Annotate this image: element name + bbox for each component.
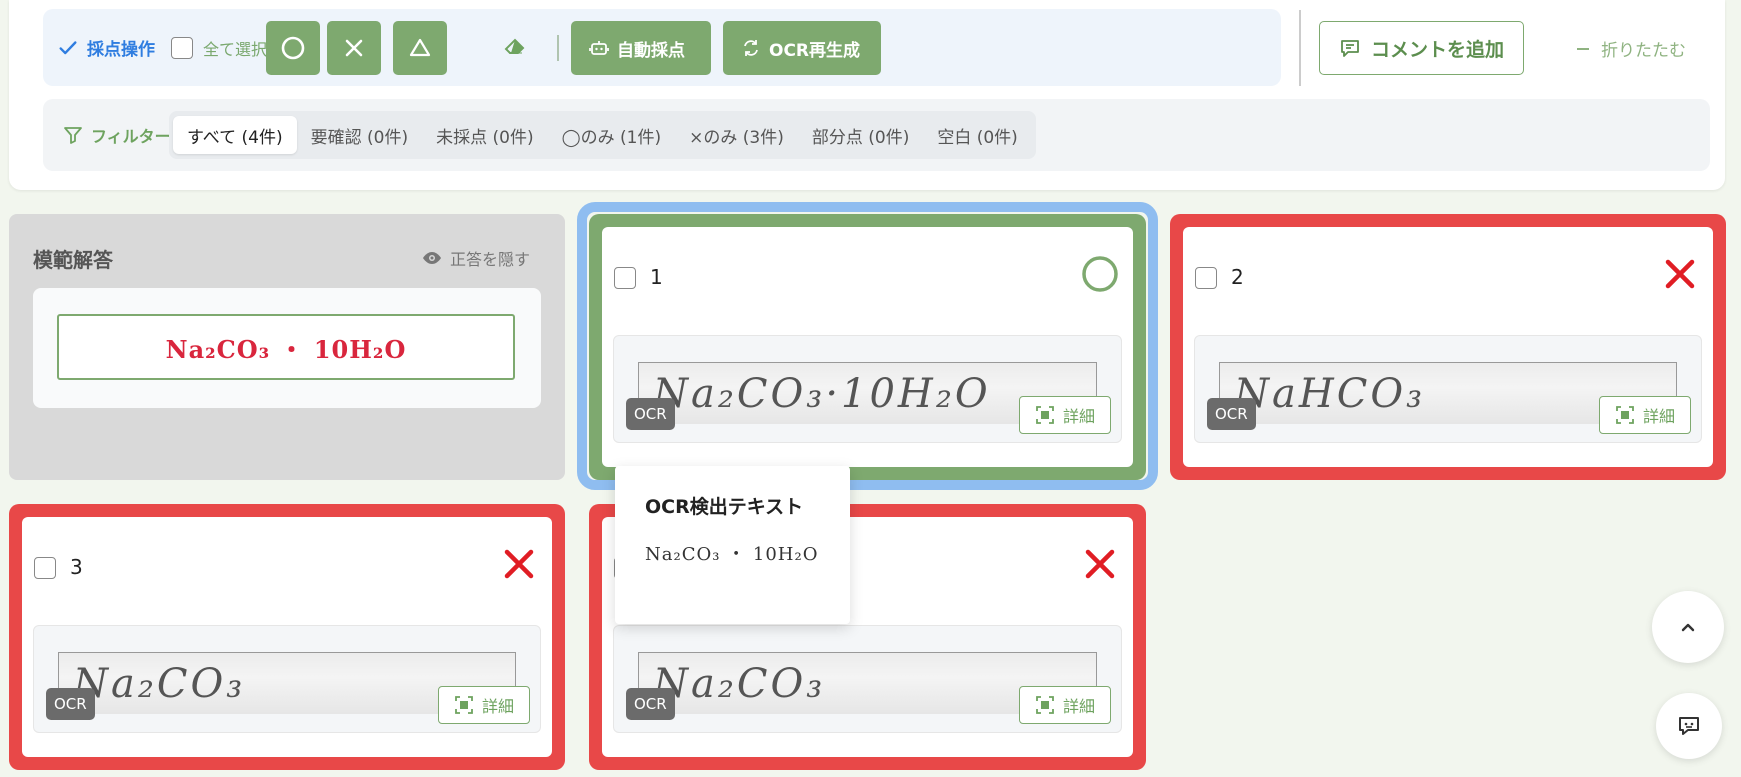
answer-card-2[interactable]: 2 NaHCO₃ OCR 詳細 (1170, 214, 1726, 480)
cross-mark-button[interactable] (327, 21, 381, 75)
incorrect-mark-icon (1661, 255, 1699, 293)
incorrect-mark-icon (1081, 545, 1119, 583)
chat-button[interactable] (1656, 693, 1722, 759)
model-answer-card: 模範解答 正答を隠す Na₂CO₃ ・ 10H₂O (9, 214, 565, 480)
triangle-mark-button[interactable] (393, 21, 447, 75)
detail-label: 詳細 (1642, 407, 1675, 426)
filter-chip-blank[interactable]: 空白 (0件) (923, 116, 1031, 154)
ocr-tooltip-title: OCR検出テキスト (645, 496, 804, 518)
answer-card-3[interactable]: 3 Na₂CO₃ OCR 詳細 (9, 504, 565, 770)
answer-card-1[interactable]: 1 Na₂CO₃·10H₂O OCR 詳細 (589, 214, 1146, 480)
checkbox-box[interactable] (171, 36, 193, 59)
detail-button[interactable]: 詳細 (1019, 396, 1111, 434)
handwriting-text: Na₂CO₃·10H₂O (653, 370, 991, 417)
ocr-badge[interactable]: OCR (1207, 398, 1256, 430)
answer-image-area: Na₂CO₃·10H₂O OCR 詳細 (613, 335, 1122, 443)
detail-button[interactable]: 詳細 (1019, 686, 1111, 724)
add-comment-label: コメントを追加 (1370, 38, 1504, 61)
filter-bar: フィルター すべて (4件) 要確認 (0件) 未採点 (0件) ◯のみ (1件… (43, 99, 1710, 171)
focus-icon (1616, 406, 1634, 424)
filter-chip-all[interactable]: すべて (4件) (173, 116, 297, 154)
correct-mark-icon (1081, 255, 1119, 293)
model-answer-formula: Na₂CO₃ ・ 10H₂O (165, 334, 407, 364)
check-icon (59, 40, 77, 54)
answer-image-area: Na₂CO₃ OCR 詳細 (613, 625, 1122, 733)
ocr-badge[interactable]: OCR (626, 688, 675, 720)
filter-chip-group: すべて (4件) 要確認 (0件) 未採点 (0件) ◯のみ (1件) ×のみ … (169, 111, 1036, 159)
answer-image-area: Na₂CO₃ OCR 詳細 (33, 625, 541, 733)
eye-icon (423, 252, 441, 264)
answer-checkbox[interactable] (1195, 267, 1217, 289)
circle-icon (281, 36, 305, 60)
chevron-up-icon (1681, 623, 1695, 632)
robot-icon (589, 41, 609, 55)
grading-mode-label[interactable]: 採点操作 (57, 9, 155, 86)
answer-checkbox[interactable] (614, 267, 636, 289)
incorrect-mark-icon (500, 545, 538, 583)
add-comment-button[interactable]: コメントを追加 (1319, 21, 1524, 75)
hide-answer-button[interactable]: 正答を隠す (422, 246, 530, 270)
scroll-top-button[interactable] (1652, 591, 1724, 663)
ocr-regenerate-button[interactable]: OCR再生成 (723, 21, 881, 75)
grading-toolbar: 採点操作 全て選択 自動採点 OCR再生成 (43, 9, 1281, 86)
answer-number: 2 (1231, 265, 1244, 289)
ocr-tooltip-text: Na₂CO₃ ・ 10H₂O (645, 544, 819, 565)
focus-icon (1036, 406, 1054, 424)
answer-checkbox[interactable] (34, 557, 56, 579)
filter-label: フィルター (63, 99, 171, 171)
detail-button[interactable]: 詳細 (438, 686, 530, 724)
grading-mode-text: 採点操作 (87, 40, 155, 60)
filter-chip-incorrect-only[interactable]: ×のみ (3件) (675, 116, 798, 154)
eraser-icon (504, 38, 525, 54)
model-answer-content: Na₂CO₃ ・ 10H₂O (33, 288, 541, 408)
focus-icon (455, 696, 473, 714)
answer-number: 3 (70, 555, 83, 579)
detail-button[interactable]: 詳細 (1599, 396, 1691, 434)
ocr-badge[interactable]: OCR (46, 688, 95, 720)
auto-grade-label: 自動採点 (617, 40, 685, 61)
refresh-icon (744, 40, 758, 56)
auto-grade-button[interactable]: 自動採点 (571, 21, 711, 75)
filter-label-text: フィルター (91, 127, 171, 146)
triangle-icon (409, 38, 431, 57)
answer-image-area: NaHCO₃ OCR 詳細 (1194, 335, 1702, 443)
filter-chip-correct-only[interactable]: ◯のみ (1件) (548, 116, 676, 154)
ocr-regenerate-label: OCR再生成 (769, 40, 861, 61)
model-answer-title: 模範解答 (33, 248, 113, 272)
model-answer-box: Na₂CO₃ ・ 10H₂O (57, 314, 515, 380)
answer-card-inner: 3 Na₂CO₃ OCR 詳細 (22, 517, 552, 757)
focus-icon (1036, 696, 1054, 714)
filter-chip-needs-review[interactable]: 要確認 (0件) (297, 116, 422, 154)
chat-bot-icon (1679, 717, 1699, 735)
answer-number: 1 (650, 265, 663, 289)
filter-chip-partial[interactable]: 部分点 (0件) (798, 116, 923, 154)
filter-icon (64, 127, 82, 144)
minus-icon (1577, 47, 1589, 50)
top-panel: 採点操作 全て選択 自動採点 OCR再生成 コメントを追加 折りたたむ フィルタ… (9, 0, 1725, 190)
toolbar-separator (1299, 10, 1301, 86)
detail-label: 詳細 (1062, 407, 1095, 426)
select-all-checkbox[interactable]: 全て選択 (171, 9, 267, 86)
eraser-button[interactable] (501, 33, 529, 61)
toolbar-divider (557, 35, 559, 61)
comment-icon (1341, 40, 1359, 57)
ocr-tooltip: OCR検出テキスト Na₂CO₃ ・ 10H₂O (615, 466, 850, 624)
ocr-badge[interactable]: OCR (626, 398, 675, 430)
detail-label: 詳細 (481, 697, 514, 716)
circle-mark-button[interactable] (266, 21, 320, 75)
select-all-label: 全て選択 (203, 39, 268, 59)
collapse-label: 折りたたむ (1601, 41, 1686, 61)
cross-icon (345, 39, 363, 57)
collapse-button[interactable]: 折りたたむ (1575, 36, 1686, 61)
answer-card-inner: 1 Na₂CO₃·10H₂O OCR 詳細 (602, 227, 1133, 467)
detail-label: 詳細 (1062, 697, 1095, 716)
answer-card-inner: 2 NaHCO₃ OCR 詳細 (1183, 227, 1713, 467)
filter-chip-ungraded[interactable]: 未採点 (0件) (422, 116, 547, 154)
hide-answer-label: 正答を隠す (450, 250, 531, 269)
